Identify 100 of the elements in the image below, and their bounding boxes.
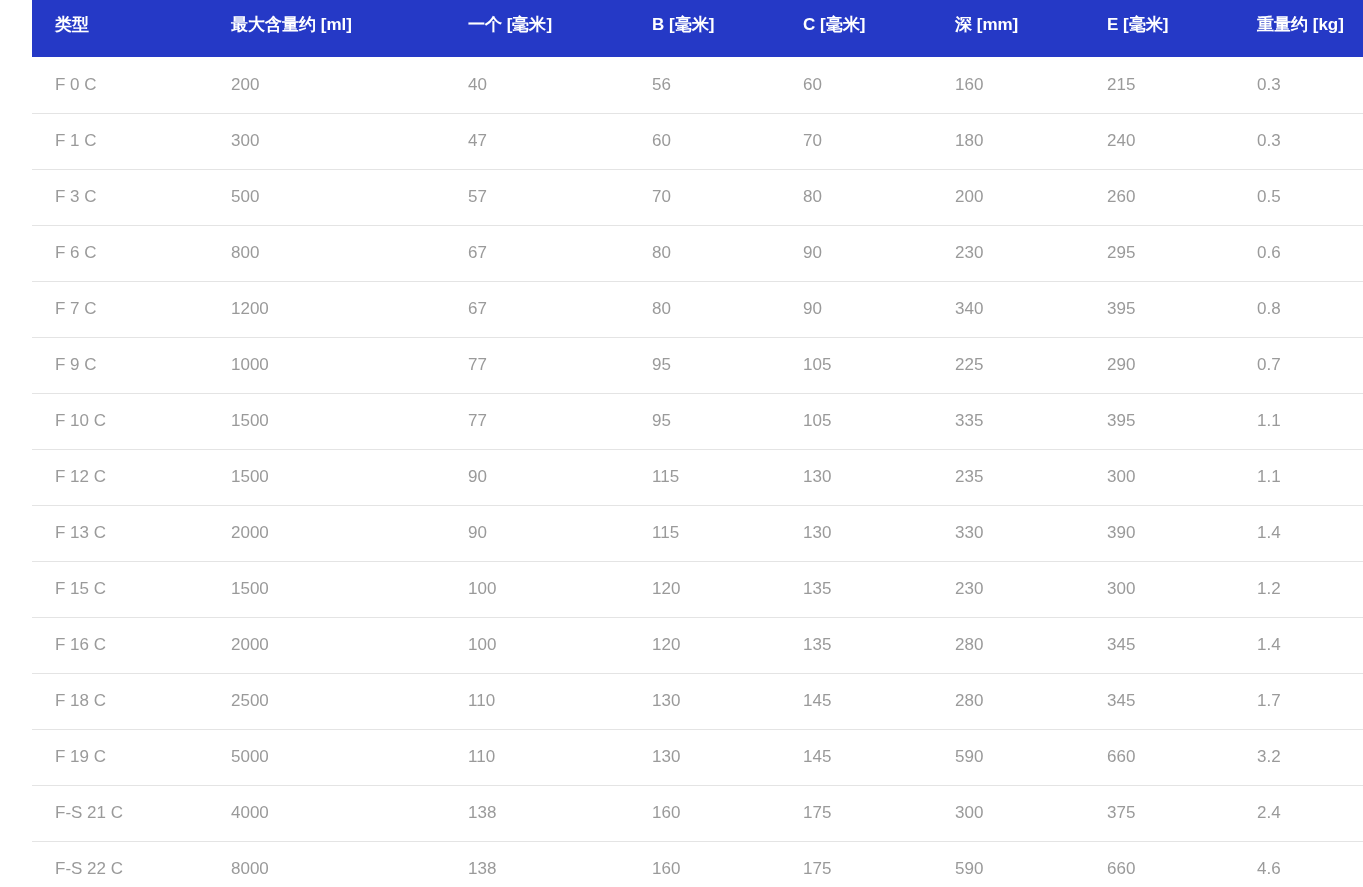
table-cell: 60	[780, 57, 932, 113]
table-cell: 160	[932, 57, 1084, 113]
table-cell: 0.3	[1234, 57, 1363, 113]
table-cell: 230	[932, 225, 1084, 281]
table-cell: 395	[1084, 393, 1234, 449]
table-cell: 1000	[208, 337, 445, 393]
table-cell: 70	[629, 169, 780, 225]
table-cell: 345	[1084, 673, 1234, 729]
table-cell: 340	[932, 281, 1084, 337]
table-cell: 180	[932, 113, 1084, 169]
table-cell: 300	[932, 785, 1084, 841]
table-cell: 130	[629, 673, 780, 729]
column-header: 一个 [毫米]	[445, 0, 629, 57]
table-cell: 1.4	[1234, 505, 1363, 561]
table-cell: 130	[780, 505, 932, 561]
table-cell: 67	[445, 281, 629, 337]
table-cell: 4.6	[1234, 841, 1363, 887]
table-cell: F 1 C	[32, 113, 208, 169]
table-cell: F-S 22 C	[32, 841, 208, 887]
table-cell: 100	[445, 561, 629, 617]
table-cell: 2.4	[1234, 785, 1363, 841]
table-cell: 2000	[208, 617, 445, 673]
table-cell: F 18 C	[32, 673, 208, 729]
table-cell: 5000	[208, 729, 445, 785]
table-cell: 345	[1084, 617, 1234, 673]
table-cell: F 19 C	[32, 729, 208, 785]
table-cell: 115	[629, 505, 780, 561]
table-cell: 215	[1084, 57, 1234, 113]
table-cell: 0.8	[1234, 281, 1363, 337]
table-cell: 80	[780, 169, 932, 225]
table-cell: 120	[629, 561, 780, 617]
table-cell: 3.2	[1234, 729, 1363, 785]
table-cell: 290	[1084, 337, 1234, 393]
column-header: 重量约 [kg]	[1234, 0, 1363, 57]
table-cell: 95	[629, 393, 780, 449]
column-header: 最大含量约 [ml]	[208, 0, 445, 57]
table-cell: 120	[629, 617, 780, 673]
table-cell: 1500	[208, 449, 445, 505]
table-cell: 800	[208, 225, 445, 281]
table-cell: 135	[780, 561, 932, 617]
table-cell: 660	[1084, 841, 1234, 887]
table-cell: 1200	[208, 281, 445, 337]
table-cell: 1.7	[1234, 673, 1363, 729]
table-cell: 235	[932, 449, 1084, 505]
table-cell: 160	[629, 841, 780, 887]
table-cell: 77	[445, 393, 629, 449]
table-cell: 1500	[208, 561, 445, 617]
table-cell: 0.5	[1234, 169, 1363, 225]
table-cell: 175	[780, 785, 932, 841]
table-cell: 395	[1084, 281, 1234, 337]
table-cell: F 16 C	[32, 617, 208, 673]
table-cell: 500	[208, 169, 445, 225]
table-cell: F 3 C	[32, 169, 208, 225]
table-cell: 67	[445, 225, 629, 281]
table-cell: 90	[445, 449, 629, 505]
table-cell: 80	[629, 225, 780, 281]
table-cell: 145	[780, 673, 932, 729]
table-cell: 1.1	[1234, 449, 1363, 505]
table-cell: 2500	[208, 673, 445, 729]
table-cell: 100	[445, 617, 629, 673]
table-cell: 200	[208, 57, 445, 113]
column-header: C [毫米]	[780, 0, 932, 57]
table-cell: 8000	[208, 841, 445, 887]
table-cell: 0.3	[1234, 113, 1363, 169]
column-header: 深 [mm]	[932, 0, 1084, 57]
table-cell: 105	[780, 393, 932, 449]
table-cell: 335	[932, 393, 1084, 449]
table-cell: 77	[445, 337, 629, 393]
table-cell: F 9 C	[32, 337, 208, 393]
table-cell: 2000	[208, 505, 445, 561]
table-cell: 110	[445, 729, 629, 785]
table-cell: 47	[445, 113, 629, 169]
table-cell: 300	[208, 113, 445, 169]
table-cell: 90	[445, 505, 629, 561]
column-header: E [毫米]	[1084, 0, 1234, 57]
table-cell: 130	[780, 449, 932, 505]
table-cell: 1.2	[1234, 561, 1363, 617]
table-cell: 60	[629, 113, 780, 169]
table-cell: 160	[629, 785, 780, 841]
table-cell: 375	[1084, 785, 1234, 841]
table-cell: 57	[445, 169, 629, 225]
table-cell: 56	[629, 57, 780, 113]
table-cell: 295	[1084, 225, 1234, 281]
table-cell: 300	[1084, 449, 1234, 505]
table-cell: 115	[629, 449, 780, 505]
table-cell: 80	[629, 281, 780, 337]
table-cell: 0.6	[1234, 225, 1363, 281]
table-cell: 40	[445, 57, 629, 113]
table-cell: 95	[629, 337, 780, 393]
table-cell: 225	[932, 337, 1084, 393]
table-cell: 300	[1084, 561, 1234, 617]
table-cell: F 10 C	[32, 393, 208, 449]
table-cell: 175	[780, 841, 932, 887]
table-cell: 90	[780, 225, 932, 281]
table-cell: 590	[932, 729, 1084, 785]
table-cell: 260	[1084, 169, 1234, 225]
table-cell: 145	[780, 729, 932, 785]
table-cell: 90	[780, 281, 932, 337]
table-cell: 1.1	[1234, 393, 1363, 449]
table-cell: 135	[780, 617, 932, 673]
